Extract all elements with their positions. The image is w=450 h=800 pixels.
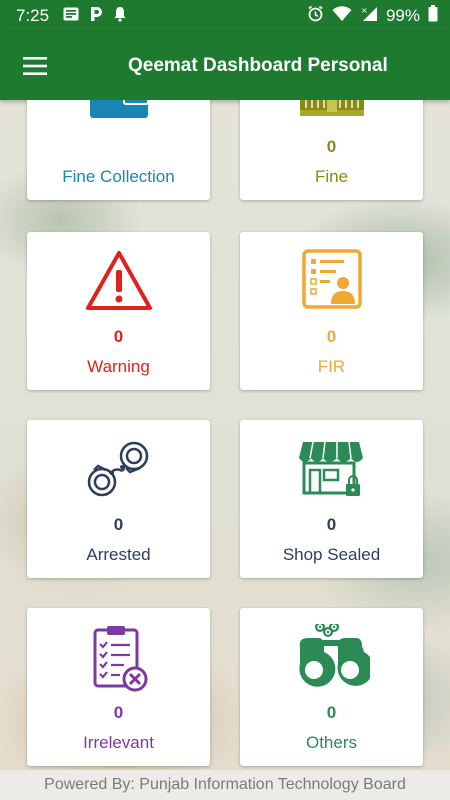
card-count: 0: [113, 703, 124, 722]
status-bar: 7:25 × 99%: [0, 0, 450, 32]
bell-icon: [113, 6, 127, 27]
clipboard-x-icon: [27, 624, 210, 692]
news-icon: [63, 6, 79, 26]
footer: Powered By: Punjab Information Technolog…: [0, 770, 450, 800]
hamburger-menu-icon: [23, 57, 47, 75]
card-count: 0: [326, 703, 337, 722]
card-count: 0: [326, 515, 337, 534]
card-label: Arrested: [86, 545, 151, 564]
card-fine-collection[interactable]: Fine Collection: [27, 100, 210, 200]
alarm-icon: [307, 5, 324, 27]
card-count: 0: [113, 515, 124, 534]
card-label: Warning: [87, 357, 150, 376]
card-warning[interactable]: 0 Warning: [27, 232, 210, 390]
warning-triangle-icon: [27, 248, 210, 316]
card-arrested[interactable]: 0 Arrested: [27, 420, 210, 578]
handcuffs-filled-icon: [240, 624, 423, 692]
wallet-icon: [27, 100, 210, 126]
signal-icon: ×: [360, 6, 378, 27]
card-shop-sealed[interactable]: 0 Shop Sealed: [240, 420, 423, 578]
card-irrelevant[interactable]: 0 Irrelevant: [27, 608, 210, 766]
card-label: FIR: [317, 357, 346, 376]
p-icon: [89, 6, 103, 27]
shop-locked-icon: [240, 436, 423, 504]
card-count: 0: [326, 137, 337, 156]
dashboard-grid: Fine Collection 0 Fine 0 Warning 0 FIR 0…: [0, 100, 450, 770]
report-document-icon: [240, 248, 423, 316]
svg-text:×: ×: [361, 6, 368, 15]
app-bar: Qeemat Dashboard Personal: [0, 32, 450, 100]
money-stack-icon: [240, 100, 423, 126]
battery-percentage: 99%: [385, 6, 420, 25]
card-fir[interactable]: 0 FIR: [240, 232, 423, 390]
menu-button[interactable]: [0, 32, 70, 100]
status-time: 7:25: [16, 6, 50, 25]
card-label: Others: [305, 733, 358, 752]
card-count: 0: [113, 327, 124, 346]
footer-text: Powered By: Punjab Information Technolog…: [44, 776, 406, 793]
page-title: Qeemat Dashboard Personal: [128, 55, 388, 76]
battery-icon: [428, 5, 438, 27]
card-label: Shop Sealed: [282, 545, 381, 564]
card-count: 0: [326, 327, 337, 346]
card-label: Fine: [314, 167, 349, 186]
wifi-icon: [332, 5, 352, 27]
handcuffs-icon: [27, 436, 210, 504]
card-label: Irrelevant: [83, 733, 154, 752]
card-others[interactable]: 0 Others: [240, 608, 423, 766]
card-label: Fine Collection: [62, 167, 175, 186]
card-fine[interactable]: 0 Fine: [240, 100, 423, 200]
